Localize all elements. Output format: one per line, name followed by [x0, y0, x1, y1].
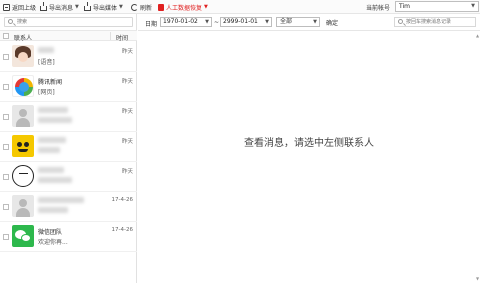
date-to-picker[interactable]: 2999-01-01 ▼	[220, 17, 272, 27]
recovery-icon	[158, 3, 164, 11]
manual-recovery-button[interactable]: 人工数据恢复 ▼	[158, 2, 208, 12]
contact-name: 腾讯新闻	[38, 79, 63, 86]
list-item[interactable]: [语音] 昨天	[0, 42, 137, 72]
chevron-down-icon: ▼	[119, 4, 123, 10]
search-icon	[398, 19, 403, 24]
message-time: 昨天	[121, 169, 133, 175]
export-icon	[40, 1, 47, 11]
date-from-picker[interactable]: 1970-01-02 ▼	[160, 17, 212, 27]
row-checkbox[interactable]	[3, 204, 9, 210]
yi-logo-avatar	[12, 165, 34, 187]
message-time: 昨天	[121, 109, 133, 115]
wechat-team-icon	[12, 225, 34, 247]
chevron-down-icon: ▼	[471, 3, 475, 9]
blurred-name	[38, 107, 68, 113]
scroll-down-icon[interactable]: ▼	[476, 276, 479, 281]
contact-panel: 联系人 时间 [语音] 昨天 腾讯新闻 [网页] 昨天 昨天	[0, 14, 137, 283]
message-search[interactable]	[394, 17, 476, 27]
contact-search[interactable]	[4, 17, 133, 27]
message-time: 17-4-26	[111, 227, 133, 233]
row-checkbox[interactable]	[3, 144, 9, 150]
blurred-name	[38, 137, 66, 143]
back-icon	[3, 3, 10, 11]
blurred-preview	[38, 147, 60, 153]
column-time[interactable]: 时间	[116, 33, 128, 42]
row-checkbox[interactable]	[3, 114, 9, 120]
default-user-icon	[12, 195, 34, 217]
column-divider[interactable]	[110, 32, 111, 40]
message-type-value: 全部	[280, 18, 293, 25]
chevron-down-icon: ▼	[75, 4, 79, 10]
message-time: 昨天	[121, 139, 133, 145]
blurred-preview	[38, 117, 72, 123]
blurred-preview	[38, 177, 72, 183]
empty-state-message: 查看消息，请选中左侧联系人	[244, 138, 374, 149]
list-item[interactable]: 昨天	[0, 162, 137, 192]
message-preview: [语音]	[38, 59, 55, 66]
date-range-separator: ~	[214, 19, 220, 26]
row-checkbox[interactable]	[3, 84, 9, 90]
chevron-down-icon: ▼	[204, 4, 208, 10]
yellow-face-avatar	[12, 135, 34, 157]
row-checkbox[interactable]	[3, 54, 9, 60]
date-label: 日期	[145, 21, 158, 28]
chevron-down-icon: ▼	[313, 19, 317, 25]
refresh-icon	[131, 3, 138, 11]
account-value: Tim	[399, 3, 410, 10]
message-time: 昨天	[121, 79, 133, 85]
message-time: 17-4-26	[111, 197, 133, 203]
account-label: 当前帐号	[366, 5, 391, 12]
select-all-checkbox[interactable]	[3, 33, 9, 39]
default-user-icon	[12, 105, 34, 127]
search-icon	[8, 19, 13, 24]
girl-photo-avatar	[12, 45, 34, 67]
message-panel: 日期 1970-01-02 ▼ ~ 2999-01-01 ▼ 全部 ▼ 确定 查…	[138, 14, 480, 283]
back-label: 返回上级	[12, 4, 37, 12]
chevron-down-icon: ▼	[205, 19, 209, 25]
export-messages-button[interactable]: 导出消息 ▼	[40, 1, 79, 12]
export-media-button[interactable]: 导出媒体 ▼	[84, 1, 123, 12]
message-type-select[interactable]: 全部 ▼	[276, 17, 320, 27]
contact-name: 微信团队	[38, 229, 63, 236]
list-item[interactable]: 昨天	[0, 102, 137, 132]
account-select[interactable]: Tim ▼	[395, 1, 479, 12]
scrollbar[interactable]: ▲ ▼	[476, 31, 480, 283]
message-filter-bar: 日期 1970-01-02 ▼ ~ 2999-01-01 ▼ 全部 ▼ 确定	[138, 14, 480, 31]
message-preview: [网页]	[38, 89, 55, 96]
scroll-up-icon[interactable]: ▲	[476, 33, 479, 38]
row-checkbox[interactable]	[3, 174, 9, 180]
chevron-down-icon: ▼	[265, 19, 269, 25]
list-item[interactable]: 腾讯新闻 [网页] 昨天	[0, 72, 137, 102]
row-checkbox[interactable]	[3, 234, 9, 240]
export-icon	[84, 1, 91, 11]
export-messages-label: 导出消息	[49, 4, 74, 12]
message-preview: 欢迎你再...	[38, 239, 68, 246]
contact-search-input[interactable]	[17, 18, 127, 26]
message-search-input[interactable]	[406, 18, 474, 26]
blurred-name	[38, 47, 54, 53]
date-from-value: 1970-01-02	[163, 18, 198, 25]
manual-recovery-label: 人工数据恢复	[166, 4, 203, 12]
date-to-value: 2999-01-01	[223, 18, 258, 25]
blurred-name	[38, 197, 84, 203]
list-item[interactable]: 昨天	[0, 132, 137, 162]
tencent-news-icon	[12, 75, 34, 97]
main-toolbar: 返回上级 导出消息 ▼ 导出媒体 ▼ 刷新 人工数据恢复 ▼ 当前帐号 Tim …	[0, 0, 480, 14]
contact-list-header: 联系人 时间	[0, 30, 137, 42]
back-button[interactable]: 返回上级	[3, 2, 36, 12]
confirm-button[interactable]: 确定	[326, 18, 338, 27]
list-item[interactable]: 微信团队 欢迎你再... 17-4-26	[0, 222, 137, 252]
export-media-label: 导出媒体	[93, 4, 118, 12]
message-time: 昨天	[121, 49, 133, 55]
blurred-preview	[38, 207, 68, 213]
refresh-label: 刷新	[140, 4, 153, 12]
list-item[interactable]: 17-4-26	[0, 192, 137, 222]
column-contact[interactable]: 联系人	[14, 33, 32, 42]
refresh-button[interactable]: 刷新	[131, 2, 152, 12]
blurred-name	[38, 167, 64, 173]
